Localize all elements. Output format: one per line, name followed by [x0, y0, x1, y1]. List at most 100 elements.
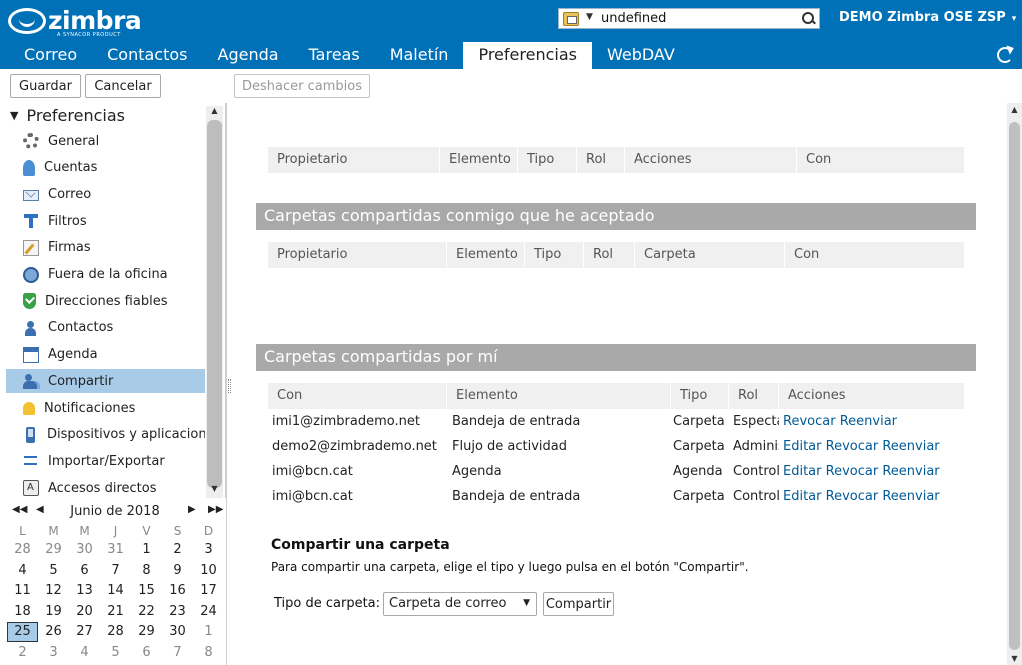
calendar-day[interactable]: 26 [38, 622, 69, 642]
calendar-day[interactable]: 2 [162, 540, 193, 560]
revocar-link[interactable]: Revocar [783, 414, 836, 429]
save-button[interactable]: Guardar [10, 74, 81, 98]
calendar-day[interactable]: 14 [100, 581, 131, 601]
calendar-day[interactable]: 9 [162, 561, 193, 581]
sidebar-item-notificaciones[interactable]: Notificaciones [6, 396, 205, 420]
calendar-day[interactable]: 29 [38, 540, 69, 560]
scroll-up-icon[interactable]: ▲ [206, 106, 223, 120]
sidebar-item-compartir[interactable]: Compartir [6, 369, 205, 394]
tab-webdav[interactable]: WebDAV [592, 42, 690, 69]
preferences-tree-header[interactable]: ▼ Preferencias [10, 106, 125, 125]
calendar-day[interactable]: 30 [69, 540, 100, 560]
share-button[interactable]: Compartir [543, 592, 614, 616]
search-type-folder-icon[interactable] [563, 12, 579, 26]
accepted-col-carpeta[interactable]: Carpeta [634, 242, 784, 268]
calendar-day[interactable]: 16 [162, 581, 193, 601]
calendar-day[interactable]: 1 [131, 540, 162, 560]
mine-col-rol[interactable]: Rol [728, 383, 778, 409]
folder-type-select[interactable]: Carpeta de correo ▼ [383, 592, 537, 616]
calendar-day[interactable]: 21 [100, 602, 131, 622]
calendar-day[interactable]: 2 [7, 643, 38, 663]
calendar-day[interactable]: 31 [100, 540, 131, 560]
scroll-down-icon[interactable]: ▼ [206, 484, 223, 498]
pending-col-elemento[interactable]: Elemento [439, 147, 517, 173]
editar-link[interactable]: Editar [783, 439, 822, 454]
calendar-day[interactable]: 7 [162, 643, 193, 663]
calendar-day[interactable]: 7 [100, 561, 131, 581]
sidebar-item-direcciones-fiables[interactable]: Direcciones fiables [6, 289, 205, 313]
calendar-day[interactable]: 10 [193, 561, 224, 581]
calendar-day[interactable]: 28 [100, 622, 131, 642]
table-row[interactable]: imi1@zimbrademo.net Bandeja de entrada Car… [268, 409, 964, 434]
table-row[interactable]: demo2@zimbrademo.net Flujo de actividad Ca… [268, 434, 964, 459]
calendar-day[interactable]: 18 [7, 602, 38, 622]
pending-col-tipo[interactable]: Tipo [517, 147, 576, 173]
calendar-day[interactable]: 20 [69, 602, 100, 622]
calendar-day[interactable]: 8 [193, 643, 224, 663]
next-year-icon[interactable]: ▶▶ [208, 504, 223, 515]
calendar-day[interactable]: 15 [131, 581, 162, 601]
tree-scrollbar-thumb[interactable] [207, 120, 222, 488]
next-month-icon[interactable]: ▶ [188, 504, 196, 515]
calendar-day[interactable]: 12 [38, 581, 69, 601]
tab-agenda[interactable]: Agenda [203, 42, 294, 69]
sidebar-item-filtros[interactable]: Filtros [6, 209, 205, 233]
user-menu-chevron-down-icon[interactable]: ▾ [1012, 14, 1017, 24]
sidebar-item-importar-exportar[interactable]: Importar/Exportar [6, 449, 205, 473]
scroll-down-icon[interactable]: ▼ [1007, 654, 1022, 663]
sidebar-item-fuera-de-la-oficina[interactable]: Fuera de la oficina [6, 263, 205, 287]
search-box[interactable]: ▼ undefined [558, 8, 820, 29]
pending-col-rol[interactable]: Rol [576, 147, 624, 173]
scroll-up-icon[interactable]: ▲ [1007, 105, 1022, 114]
accepted-col-con[interactable]: Con [784, 242, 964, 268]
calendar-day[interactable]: 1 [193, 622, 224, 642]
calendar-day[interactable]: 5 [100, 643, 131, 663]
panel-sash[interactable] [226, 103, 232, 665]
accepted-col-rol[interactable]: Rol [583, 242, 634, 268]
tree-scrollbar[interactable]: ▲ ▼ [206, 106, 223, 498]
calendar-day-today[interactable]: 25 [7, 622, 38, 642]
calendar-day[interactable]: 19 [38, 602, 69, 622]
user-menu[interactable]: DEMO Zimbra OSE ZSP ▾ [839, 10, 1016, 25]
accepted-col-propietario[interactable]: Propietario [268, 242, 446, 268]
content-scrollbar-thumb[interactable] [1009, 122, 1020, 650]
mine-col-tipo[interactable]: Tipo [670, 383, 728, 409]
calendar-day[interactable]: 27 [69, 622, 100, 642]
sidebar-item-agenda[interactable]: Agenda [6, 343, 205, 367]
reenviar-link[interactable]: Reenviar [882, 464, 939, 479]
pending-col-con[interactable]: Con [796, 147, 964, 173]
sidebar-item-correo[interactable]: Correo [6, 182, 205, 206]
calendar-day[interactable]: 3 [193, 540, 224, 560]
calendar-day[interactable]: 17 [193, 581, 224, 601]
calendar-day[interactable]: 8 [131, 561, 162, 581]
content-scrollbar[interactable]: ▲ ▼ [1007, 103, 1022, 665]
sidebar-item-dispositivos-y-aplicaciones[interactable]: Dispositivos y aplicaciones [6, 423, 205, 447]
calendar-day[interactable]: 4 [69, 643, 100, 663]
table-row[interactable]: imi@bcn.catAgendaAgendaControladorEditar… [268, 459, 964, 484]
calendar-day[interactable]: 5 [38, 561, 69, 581]
calendar-day[interactable]: 22 [131, 602, 162, 622]
tab-tareas[interactable]: Tareas [294, 42, 375, 69]
editar-link[interactable]: Editar [783, 464, 822, 479]
calendar-day[interactable]: 29 [131, 622, 162, 642]
sidebar-item-contactos[interactable]: Contactos [6, 316, 205, 340]
pending-col-acciones[interactable]: Acciones [624, 147, 796, 173]
accepted-col-elemento[interactable]: Elemento [446, 242, 524, 268]
revocar-link[interactable]: Revocar [826, 489, 879, 504]
tab-preferencias[interactable]: Preferencias [463, 42, 592, 69]
cancel-button[interactable]: Cancelar [85, 74, 161, 98]
sidebar-item-firmas[interactable]: Firmas [6, 236, 205, 260]
calendar-day[interactable]: 23 [162, 602, 193, 622]
tab-maletin[interactable]: Maletín [375, 42, 464, 69]
reenviar-link[interactable]: Reenviar [840, 414, 897, 429]
sidebar-item-cuentas[interactable]: Cuentas [6, 156, 205, 180]
calendar-day[interactable]: 11 [7, 581, 38, 601]
undo-changes-button[interactable]: Deshacer cambios [234, 74, 370, 98]
sash-grip-icon[interactable] [228, 379, 231, 393]
tab-correo[interactable]: Correo [0, 42, 92, 69]
accepted-col-tipo[interactable]: Tipo [524, 242, 583, 268]
revocar-link[interactable]: Revocar [826, 464, 879, 479]
zimbra-logo[interactable]: zimbra A SYNACOR PRODUCT [8, 6, 142, 38]
search-input[interactable]: undefined [601, 11, 666, 26]
chevron-down-icon[interactable]: ▼ [523, 598, 530, 608]
